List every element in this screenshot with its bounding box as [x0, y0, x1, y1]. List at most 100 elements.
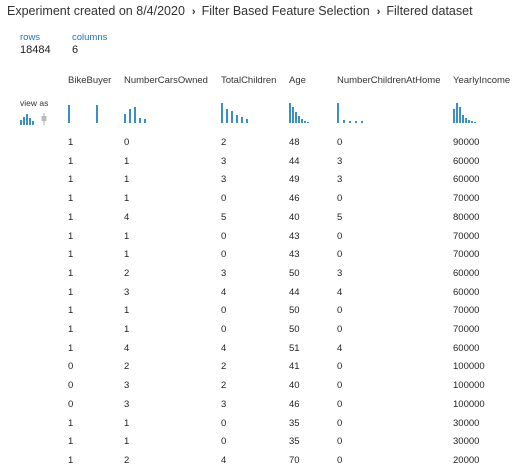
- column-header[interactable]: TotalChildren: [221, 75, 276, 86]
- histogram-icon: [68, 105, 98, 123]
- table-cell: 0: [337, 249, 343, 261]
- table-cell: 2: [124, 267, 130, 279]
- histogram-icon: [124, 107, 146, 123]
- table-cell: 3: [221, 398, 227, 410]
- table-cell: 4: [221, 342, 227, 354]
- table-cell: 1: [68, 436, 74, 448]
- table-cell: 70000: [453, 305, 480, 317]
- histogram-bar: [96, 105, 98, 123]
- histogram-bar: [459, 107, 461, 123]
- boxplot-icon[interactable]: [41, 113, 47, 125]
- table-cell: 60000: [453, 342, 480, 354]
- table-cell: 3: [337, 174, 343, 186]
- column-header[interactable]: NumberCarsOwned: [124, 75, 208, 86]
- histogram-bar: [295, 112, 297, 123]
- table-cell: 0: [221, 230, 227, 242]
- table-cell: 60000: [453, 174, 480, 186]
- table-cell: 4: [337, 342, 343, 354]
- rows-label: rows: [20, 32, 41, 43]
- columns-stat: columns 6: [72, 32, 107, 56]
- table-cell: 4: [221, 286, 227, 298]
- histogram-bar: [144, 119, 146, 123]
- table-cell: 50: [289, 267, 300, 279]
- histogram-bar: [307, 122, 309, 123]
- table-cell: 0: [337, 417, 343, 429]
- table-cell: 2: [221, 380, 227, 392]
- table-cell: 0: [221, 324, 227, 335]
- table-cell: 1: [68, 305, 74, 317]
- breadcrumb-experiment[interactable]: Experiment created on 8/4/2020: [7, 4, 185, 18]
- breadcrumb-module[interactable]: Filter Based Feature Selection: [202, 4, 370, 18]
- column-histogram[interactable]: [221, 102, 261, 124]
- histogram-bar: [221, 103, 223, 123]
- columns-label: columns: [72, 32, 108, 43]
- table-cell: 1: [68, 454, 74, 466]
- table-cell: 70: [289, 454, 300, 466]
- view-as-label: view as: [20, 98, 49, 108]
- histogram-bar: [139, 118, 141, 123]
- column-histogram[interactable]: [453, 102, 493, 124]
- histogram-icon: [337, 103, 363, 123]
- table-cell: 2: [221, 361, 227, 373]
- table-cell: 35: [289, 417, 300, 429]
- table-cell: 0: [337, 193, 343, 205]
- table-cell: 44: [289, 286, 300, 298]
- histogram-bar: [468, 120, 470, 123]
- table-cell: 3: [337, 267, 343, 279]
- histogram-bar: [292, 107, 294, 123]
- column-header[interactable]: YearlyIncome: [453, 75, 510, 86]
- table-cell: 0: [68, 398, 74, 410]
- column-header[interactable]: Age: [289, 75, 306, 86]
- table-cell: 5: [221, 211, 227, 223]
- table-cell: 0: [124, 137, 130, 148]
- table-cell: 70000: [453, 324, 480, 335]
- table-cell: 3: [221, 174, 227, 186]
- table-cell: 4: [124, 342, 130, 354]
- table-cell: 1: [68, 155, 74, 167]
- histogram-bar: [337, 103, 339, 123]
- table-cell: 0: [221, 193, 227, 205]
- column-histogram[interactable]: [124, 102, 164, 124]
- histogram-icon: [221, 103, 248, 123]
- histogram-icon: [289, 103, 309, 123]
- table-cell: 4: [337, 286, 343, 298]
- histogram-bar: [471, 121, 473, 123]
- column-header[interactable]: BikeBuyer: [68, 75, 111, 86]
- table-cell: 1: [124, 417, 130, 429]
- histogram-icon: [453, 103, 476, 123]
- table-cell: 60000: [453, 267, 480, 279]
- table-cell: 80000: [453, 211, 480, 223]
- table-cell: 0: [337, 361, 343, 373]
- table-cell: 1: [68, 417, 74, 429]
- table-cell: 50: [289, 324, 300, 335]
- histogram-bar: [124, 114, 126, 123]
- table-cell: 1: [68, 211, 74, 223]
- table-cell: 3: [337, 155, 343, 167]
- histogram-bar: [462, 115, 464, 123]
- histogram-bar: [304, 121, 306, 123]
- table-cell: 0: [221, 417, 227, 429]
- histogram-bar: [226, 109, 228, 123]
- table-cell: 48: [289, 137, 300, 148]
- histogram-bar: [456, 103, 458, 123]
- column-histogram[interactable]: [289, 102, 329, 124]
- column-header[interactable]: NumberChildrenAtHome: [337, 75, 440, 86]
- table-cell: 1: [124, 305, 130, 317]
- table-cell: 1: [68, 230, 74, 242]
- table-cell: 1: [68, 249, 74, 261]
- table-cell: 3: [124, 398, 130, 410]
- table-cell: 43: [289, 230, 300, 242]
- table-cell: 1: [68, 342, 74, 354]
- column-histogram[interactable]: [337, 102, 377, 124]
- table-cell: 1: [68, 193, 74, 205]
- table-cell: 41: [289, 361, 300, 373]
- table-cell: 0: [337, 380, 343, 392]
- histogram-bar: [129, 109, 131, 123]
- histogram-bar: [236, 115, 238, 123]
- histogram-bar: [349, 121, 351, 123]
- histogram-icon[interactable]: [20, 114, 34, 125]
- histogram-bar: [134, 107, 136, 123]
- table-cell: 3: [124, 380, 130, 392]
- table-cell: 0: [337, 324, 343, 335]
- column-histogram[interactable]: [68, 102, 108, 124]
